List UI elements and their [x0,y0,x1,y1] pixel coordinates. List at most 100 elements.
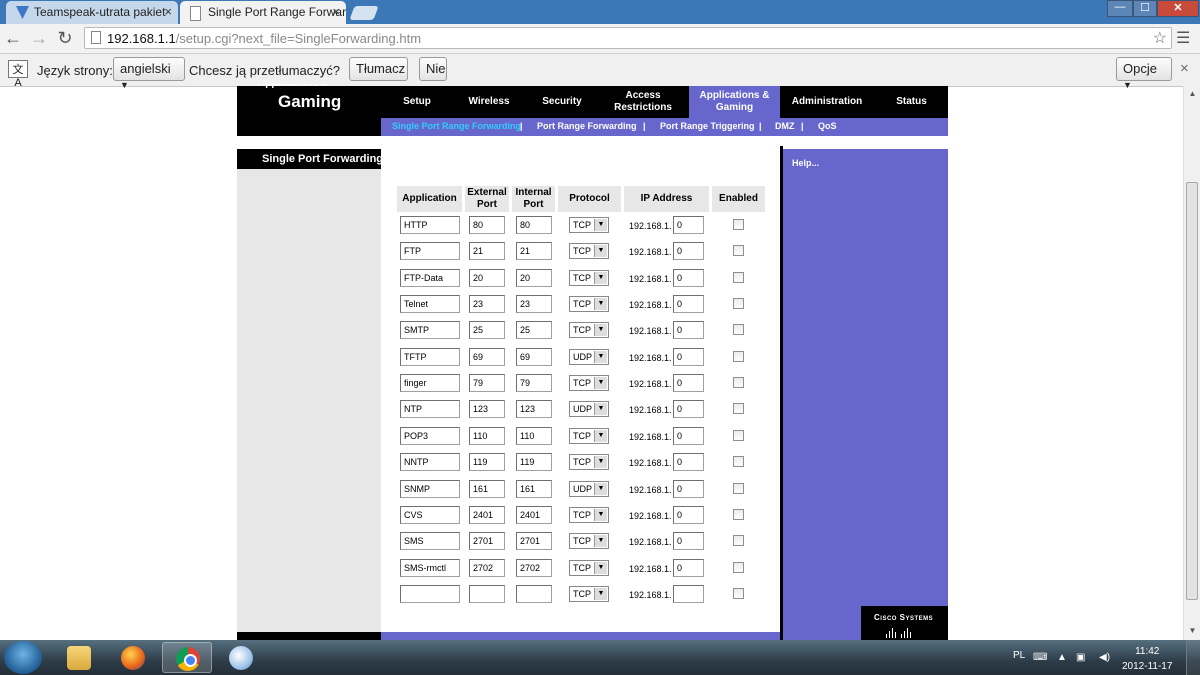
enabled-checkbox[interactable] [733,298,744,310]
protocol-select[interactable]: TCP ▼ [569,559,609,576]
scroll-up-icon[interactable]: ▲ [1184,89,1200,98]
protocol-select[interactable]: UDP ▼ [569,348,609,365]
external-port-input[interactable]: 119 [469,453,505,472]
network-icon[interactable]: ▣ [1076,652,1085,663]
application-name-input[interactable]: SNMP [400,479,460,498]
protocol-select[interactable]: TCP ▼ [569,296,609,313]
subnav-dmz[interactable]: DMZ [775,121,795,131]
protocol-select[interactable]: TCP ▼ [569,585,609,602]
application-name-input[interactable]: NTP [400,400,460,419]
taskbar-chrome[interactable] [162,642,212,673]
options-button[interactable]: Opcje ▼ [1116,57,1172,90]
keyboard-icon[interactable]: ⌨ [1033,652,1047,663]
enabled-checkbox[interactable] [733,508,744,520]
nav-security[interactable]: Security [532,86,592,118]
internal-port-input[interactable]: 79 [516,374,552,393]
external-port-input[interactable]: 110 [469,426,505,445]
taskbar-explorer[interactable] [54,642,104,673]
external-port-input[interactable]: 2701 [469,532,505,551]
application-name-input[interactable]: FTP [400,242,460,261]
external-port-input[interactable]: 80 [469,216,505,234]
ip-last-octet-input[interactable]: 0 [673,295,704,314]
ip-last-octet-input[interactable]: 0 [673,268,704,287]
application-name-input[interactable]: POP3 [400,426,460,445]
enabled-checkbox[interactable] [733,535,744,547]
close-translate-bar-icon[interactable]: × [1180,60,1189,77]
no-button[interactable]: Nie [419,57,447,81]
enabled-checkbox[interactable] [733,561,744,573]
ip-last-octet-input[interactable]: 0 [673,216,704,234]
internal-port-input[interactable]: 2702 [516,558,552,577]
internal-port-input[interactable]: 161 [516,479,552,498]
ip-last-octet-input[interactable]: 0 [673,453,704,472]
external-port-input[interactable]: 20 [469,268,505,287]
protocol-select[interactable]: TCP ▼ [569,217,609,233]
protocol-select[interactable]: TCP ▼ [569,375,609,392]
enabled-checkbox[interactable] [733,377,744,389]
external-port-input[interactable]: 69 [469,347,505,366]
tab-single-port-forwarding[interactable]: Single Port Range Forwar × [180,1,346,24]
ip-last-octet-input[interactable]: 0 [673,400,704,419]
close-window-button[interactable]: ✕ [1157,0,1199,17]
external-port-input[interactable]: 123 [469,400,505,419]
internal-port-input[interactable]: 23 [516,295,552,314]
scroll-down-icon[interactable]: ▼ [1184,626,1200,635]
external-port-input[interactable]: 21 [469,242,505,261]
internal-port-input[interactable] [516,584,552,603]
protocol-select[interactable]: UDP ▼ [569,480,609,497]
ip-last-octet-input[interactable]: 0 [673,479,704,498]
minimize-button[interactable]: — [1107,0,1133,17]
external-port-input[interactable]: 2702 [469,558,505,577]
external-port-input[interactable]: 2401 [469,505,505,524]
maximize-button[interactable]: ☐ [1133,0,1157,17]
protocol-select[interactable]: TCP ▼ [569,427,609,444]
protocol-select[interactable]: TCP ▼ [569,506,609,523]
internal-port-input[interactable]: 2701 [516,532,552,551]
ip-last-octet-input[interactable] [673,584,704,603]
application-name-input[interactable]: Telnet [400,295,460,314]
enabled-checkbox[interactable] [733,429,744,441]
internal-port-input[interactable]: 123 [516,400,552,419]
internal-port-input[interactable]: 69 [516,347,552,366]
protocol-select[interactable]: TCP ▼ [569,269,609,286]
protocol-select[interactable]: TCP ▼ [569,454,609,471]
close-tab-icon[interactable]: × [332,4,340,19]
taskbar-firefox[interactable] [108,642,158,673]
protocol-select[interactable]: UDP ▼ [569,401,609,418]
volume-icon[interactable]: ◀) [1099,652,1110,663]
show-desktop-button[interactable] [1186,640,1200,675]
nav-setup[interactable]: Setup [388,86,446,118]
system-clock[interactable]: 11:42 2012-11-17 [1122,644,1172,674]
external-port-input[interactable] [469,584,505,603]
external-port-input[interactable]: 79 [469,374,505,393]
enabled-checkbox[interactable] [733,456,744,468]
show-hidden-icons[interactable]: ▲ [1057,652,1067,663]
application-name-input[interactable]: SMS [400,532,460,551]
internal-port-input[interactable]: 21 [516,242,552,261]
nav-wireless[interactable]: Wireless [458,86,520,118]
application-name-input[interactable]: TFTP [400,347,460,366]
internal-port-input[interactable]: 20 [516,268,552,287]
bookmark-star-icon[interactable]: ☆ [1153,28,1167,48]
application-name-input[interactable]: SMTP [400,321,460,340]
nav-applications-gaming[interactable]: Applications & Gaming [689,86,780,118]
close-tab-icon[interactable]: × [164,4,172,19]
ip-last-octet-input[interactable]: 0 [673,532,704,551]
ip-last-octet-input[interactable]: 0 [673,558,704,577]
nav-administration[interactable]: Administration [783,86,871,118]
subnav-port-range-forwarding[interactable]: Port Range Forwarding [537,121,637,131]
application-name-input[interactable] [400,584,460,603]
nav-access-restrictions[interactable]: Access Restrictions [600,86,686,118]
application-name-input[interactable]: SMS-rmctl [400,558,460,577]
external-port-input[interactable]: 161 [469,479,505,498]
enabled-checkbox[interactable] [733,587,744,599]
internal-port-input[interactable]: 2401 [516,505,552,524]
enabled-checkbox[interactable] [733,350,744,362]
protocol-select[interactable]: TCP ▼ [569,533,609,550]
enabled-checkbox[interactable] [733,271,744,283]
ip-last-octet-input[interactable]: 0 [673,321,704,340]
application-name-input[interactable]: HTTP [400,216,460,234]
protocol-select[interactable]: TCP ▼ [569,243,609,260]
ip-last-octet-input[interactable]: 0 [673,505,704,524]
application-name-input[interactable]: CVS [400,505,460,524]
